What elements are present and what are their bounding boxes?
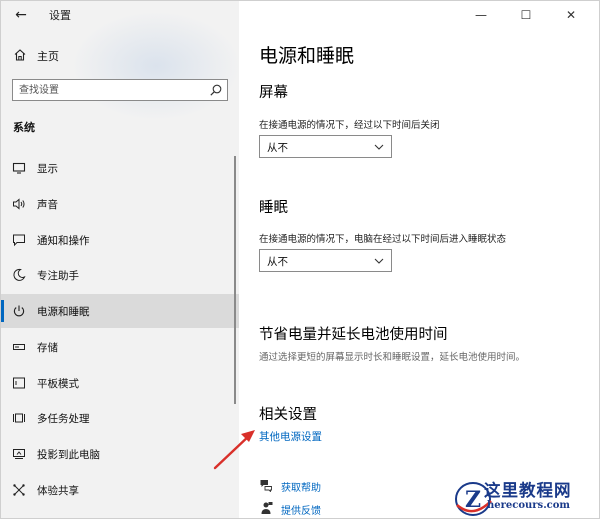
close-button[interactable]: ✕	[561, 5, 581, 25]
home-icon	[14, 49, 26, 61]
multitask-icon	[13, 413, 25, 423]
back-button[interactable]: ←	[11, 5, 31, 25]
sidebar-item-project[interactable]: 投影到此电脑	[1, 437, 239, 471]
sidebar-item-label: 体验共享	[37, 485, 79, 497]
page-title: 电源和睡眠	[259, 45, 355, 67]
sidebar-item-label: 投影到此电脑	[37, 449, 100, 461]
screen-description: 在接通电源的情况下，经过以下时间后关闭	[259, 120, 440, 131]
screen-timeout-value: 从不	[267, 142, 288, 154]
sleep-timeout-value: 从不	[267, 256, 288, 268]
get-help-link[interactable]: 获取帮助	[259, 477, 459, 495]
sidebar-item-label: 平板模式	[37, 378, 79, 390]
sidebar-item-notifications[interactable]: 通知和操作	[1, 223, 239, 257]
feedback-label: 提供反馈	[281, 506, 321, 517]
home-label: 主页	[37, 50, 59, 63]
settings-window: ← 设置 主页 系统 显示	[0, 0, 600, 519]
sidebar-item-label: 专注助手	[37, 270, 79, 282]
sidebar-item-storage[interactable]: 存储	[1, 330, 239, 364]
battery-heading: 节省电量并延长电池使用时间	[259, 327, 448, 343]
additional-power-settings-link[interactable]: 其他电源设置	[259, 429, 322, 444]
sidebar: ← 设置 主页 系统 显示	[1, 1, 241, 518]
sidebar-item-label: 存储	[37, 342, 58, 354]
sidebar-scrollbar[interactable]	[234, 156, 236, 404]
feedback-icon	[261, 502, 273, 514]
selected-indicator	[1, 300, 4, 322]
search-input[interactable]	[19, 82, 199, 98]
sidebar-item-sound[interactable]: 声音	[1, 187, 239, 221]
watermark-url: herecours.com	[487, 500, 571, 511]
sidebar-item-display[interactable]: 显示	[1, 151, 239, 185]
sidebar-section-title: 系统	[13, 121, 35, 134]
screen-timeout-select[interactable]: 从不	[259, 135, 392, 158]
annotation-arrow-icon	[213, 430, 255, 470]
sidebar-item-multitasking[interactable]: 多任务处理	[1, 401, 239, 435]
project-icon	[13, 449, 25, 459]
maximize-button[interactable]: ☐	[516, 5, 536, 25]
storage-icon	[13, 344, 25, 350]
app-title: 设置	[49, 9, 71, 22]
sidebar-item-focus-assist[interactable]: 专注助手	[1, 258, 239, 292]
display-icon	[12, 162, 26, 174]
sleep-description: 在接通电源的情况下，电脑在经过以下时间后进入睡眠状态	[259, 234, 507, 245]
watermark-logo-letter: Z	[465, 487, 481, 513]
sleep-heading: 睡眠	[259, 200, 288, 216]
tablet-icon	[13, 377, 25, 389]
chevron-down-icon	[374, 258, 384, 264]
sleep-timeout-select[interactable]: 从不	[259, 249, 392, 272]
minimize-button[interactable]: —	[471, 5, 491, 25]
sound-icon	[13, 198, 25, 210]
screen-heading: 屏幕	[259, 85, 288, 101]
power-icon	[13, 305, 25, 317]
main-content: — ☐ ✕ 电源和睡眠 屏幕 在接通电源的情况下，经过以下时间后关闭 从不 睡眠…	[239, 1, 599, 518]
sidebar-item-shared-experiences[interactable]: 体验共享	[1, 473, 239, 507]
share-icon	[13, 484, 25, 496]
notification-icon	[13, 234, 25, 247]
help-icon	[260, 480, 272, 492]
titlebar-left: ← 设置	[1, 1, 239, 29]
sidebar-item-label: 多任务处理	[37, 413, 90, 425]
sidebar-item-home[interactable]: 主页	[1, 44, 239, 68]
sidebar-item-power-sleep[interactable]: 电源和睡眠	[1, 294, 239, 328]
get-help-label: 获取帮助	[281, 483, 321, 494]
related-settings-heading: 相关设置	[259, 407, 317, 423]
sidebar-item-label: 电源和睡眠	[37, 306, 90, 318]
chevron-down-icon	[374, 144, 384, 150]
feedback-link[interactable]: 提供反馈	[259, 500, 459, 518]
window-controls: — ☐ ✕	[461, 1, 599, 29]
moon-icon	[13, 268, 26, 281]
sidebar-item-label: 声音	[37, 199, 58, 211]
search-icon[interactable]	[209, 83, 223, 97]
sidebar-item-label: 通知和操作	[37, 235, 90, 247]
sidebar-item-tablet-mode[interactable]: 平板模式	[1, 366, 239, 400]
battery-description: 通过选择更短的屏幕显示时长和睡眠设置，延长电池使用时间。	[259, 352, 526, 363]
sidebar-item-label: 显示	[37, 163, 58, 175]
search-box[interactable]	[12, 79, 228, 101]
watermark-text: 这里教程网	[484, 481, 572, 500]
